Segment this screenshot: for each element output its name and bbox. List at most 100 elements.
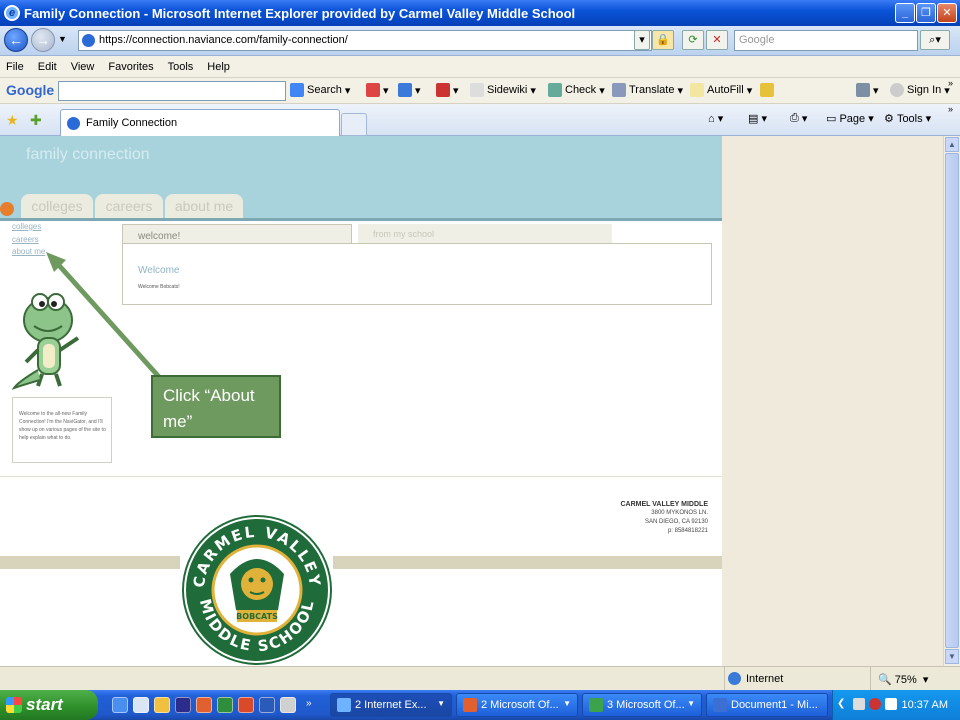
internet-zone-icon [728, 672, 741, 685]
address-row: ← → ▼ https://connection.naviance.com/fa… [0, 26, 960, 56]
favorites-star-icon[interactable]: ★ [6, 112, 19, 129]
wrench-button[interactable]: ▾ [856, 83, 879, 97]
quicklaunch-ie-icon[interactable] [112, 697, 128, 713]
menu-tools[interactable]: Tools [168, 61, 194, 73]
quicklaunch-desktop-icon[interactable] [133, 697, 149, 713]
share-button[interactable]: ▾ [398, 83, 421, 97]
google-search-input[interactable] [58, 81, 286, 101]
menu-view[interactable]: View [71, 61, 95, 73]
zoom-level[interactable]: 🔍 75% ▾ [878, 673, 928, 686]
quicklaunch-firefox-icon[interactable] [154, 697, 170, 713]
tab-row: ★ ✚ Family Connection ⌂ ▾ ▤ ▾ ⎙ ▾ ▭ Page… [0, 104, 960, 136]
nav-tab-careers[interactable]: careers [95, 194, 163, 218]
bookmarks-button[interactable]: ▾ [366, 83, 389, 97]
sidewiki-button[interactable]: Sidewiki ▾ [470, 83, 536, 97]
address-dropdown-icon[interactable]: ▾ [634, 30, 650, 50]
school-street: 3800 MYKONOS LN. [651, 510, 708, 516]
stop-icon[interactable]: ✕ [706, 30, 728, 50]
scroll-up-icon[interactable]: ▲ [945, 137, 959, 152]
toolbar-overflow-icon[interactable]: » [948, 78, 953, 88]
address-input[interactable]: https://connection.naviance.com/family-c… [78, 30, 652, 51]
autofill-icon [690, 83, 704, 97]
wrench-icon [856, 83, 870, 97]
quicklaunch-folder-icon[interactable] [280, 697, 296, 713]
windows-flag-icon [6, 697, 22, 713]
scroll-down-icon[interactable]: ▼ [945, 649, 959, 664]
forward-button[interactable]: → [31, 28, 55, 52]
side-link-colleges[interactable]: colleges [12, 222, 41, 231]
vertical-scrollbar[interactable]: ▲ ▼ [943, 136, 960, 666]
minimize-button[interactable]: _ [895, 3, 915, 23]
close-button[interactable]: ✕ [937, 3, 957, 23]
task-powerpoint[interactable]: 2 Microsoft Of... ▼ [456, 693, 578, 717]
tray-security-icon[interactable] [869, 698, 881, 710]
start-button[interactable]: start [0, 690, 98, 720]
home-button[interactable]: ⌂ ▾ [708, 112, 723, 126]
menu-help[interactable]: Help [207, 61, 230, 73]
tools-menu[interactable]: ⚙ Tools ▾ [884, 112, 931, 126]
menu-edit[interactable]: Edit [38, 61, 57, 73]
back-button[interactable]: ← [4, 28, 28, 52]
new-tab-button[interactable] [341, 113, 367, 136]
lock-icon[interactable]: 🔒 [652, 30, 674, 50]
tray-network-icon[interactable] [853, 698, 865, 710]
tray-expand-icon[interactable]: ❮ [837, 698, 845, 709]
navigator-toggle-icon[interactable] [0, 202, 14, 216]
tab-family-connection[interactable]: Family Connection [60, 109, 340, 136]
search-go-icon[interactable]: ⌕▾ [920, 30, 950, 50]
footer-band-right [333, 556, 722, 569]
command-overflow-icon[interactable]: » [948, 104, 953, 114]
sign-in-button[interactable]: Sign In ▾ [890, 83, 950, 97]
site-title: family connection [26, 146, 150, 163]
print-button[interactable]: ⎙ ▾ [790, 112, 807, 125]
status-divider [724, 667, 725, 691]
translate-button[interactable]: Translate ▾ [612, 83, 683, 97]
quicklaunch-media-icon[interactable] [196, 697, 212, 713]
quicklaunch-word-icon[interactable] [259, 697, 275, 713]
autofill-button[interactable]: AutoFill ▾ [690, 83, 752, 97]
google-search-button[interactable]: Search ▾ [290, 83, 350, 97]
security-zone: Internet [746, 673, 784, 685]
translate-icon [612, 83, 626, 97]
quicklaunch-overflow-icon[interactable]: » [306, 698, 312, 709]
maximize-button[interactable]: ❐ [916, 3, 936, 23]
tab-from-my-school[interactable]: from my school [358, 224, 612, 244]
add-favorite-icon[interactable]: ✚ [30, 112, 42, 129]
nav-tab-colleges[interactable]: colleges [21, 194, 93, 218]
tab-ie-icon [67, 116, 80, 130]
pencil-icon [760, 83, 774, 97]
tab-welcome[interactable]: welcome! [122, 224, 352, 244]
tab-label: Family Connection [86, 117, 178, 129]
right-empty-panel [722, 136, 943, 666]
window-title: Family Connection - Microsoft Internet E… [24, 5, 576, 21]
pencil-button[interactable] [760, 83, 777, 97]
task-excel[interactable]: 3 Microsoft Of... ▼ [582, 693, 702, 717]
spellcheck-button[interactable]: Check ▾ [548, 83, 605, 97]
system-tray: ❮ 10:37 AM [832, 690, 960, 720]
search-input[interactable]: Google [734, 30, 918, 51]
feeds-button[interactable]: ▤ ▾ [748, 112, 767, 125]
task-internet-explorer[interactable]: 2 Internet Ex... ▼ [330, 693, 452, 717]
menu-file[interactable]: File [6, 61, 24, 73]
task-word-document[interactable]: Document1 - Mi... [706, 693, 828, 717]
ie-task-icon [337, 698, 351, 712]
nav-tab-about-me[interactable]: about me [165, 194, 243, 218]
footer-divider [0, 476, 722, 477]
menu-favorites[interactable]: Favorites [108, 61, 153, 73]
status-divider-2 [870, 667, 871, 691]
tray-volume-icon[interactable] [885, 698, 897, 710]
refresh-icon[interactable]: ⟳ [682, 30, 704, 50]
feed-icon: ▤ [748, 113, 759, 125]
quicklaunch-powerpoint-icon[interactable] [238, 697, 254, 713]
clock: 10:37 AM [901, 699, 948, 711]
google-toolbar: Google Search ▾ ▾ ▾ ▾ Sidewiki ▾ Check ▾… [0, 78, 960, 104]
instruction-callout: Click “About me” [151, 375, 281, 438]
page-menu[interactable]: ▭ Page ▾ [826, 112, 874, 126]
side-link-careers[interactable]: careers [12, 235, 39, 244]
quicklaunch-d-icon[interactable] [175, 697, 191, 713]
scroll-thumb[interactable] [945, 153, 959, 648]
school-seal-logo: CARMEL VALLEY MIDDLE SCHOOL BOBCATS [182, 515, 332, 665]
history-dropdown-icon[interactable]: ▼ [58, 34, 67, 44]
popup-blocker-button[interactable]: ▾ [436, 83, 459, 97]
quicklaunch-excel-icon[interactable] [217, 697, 233, 713]
